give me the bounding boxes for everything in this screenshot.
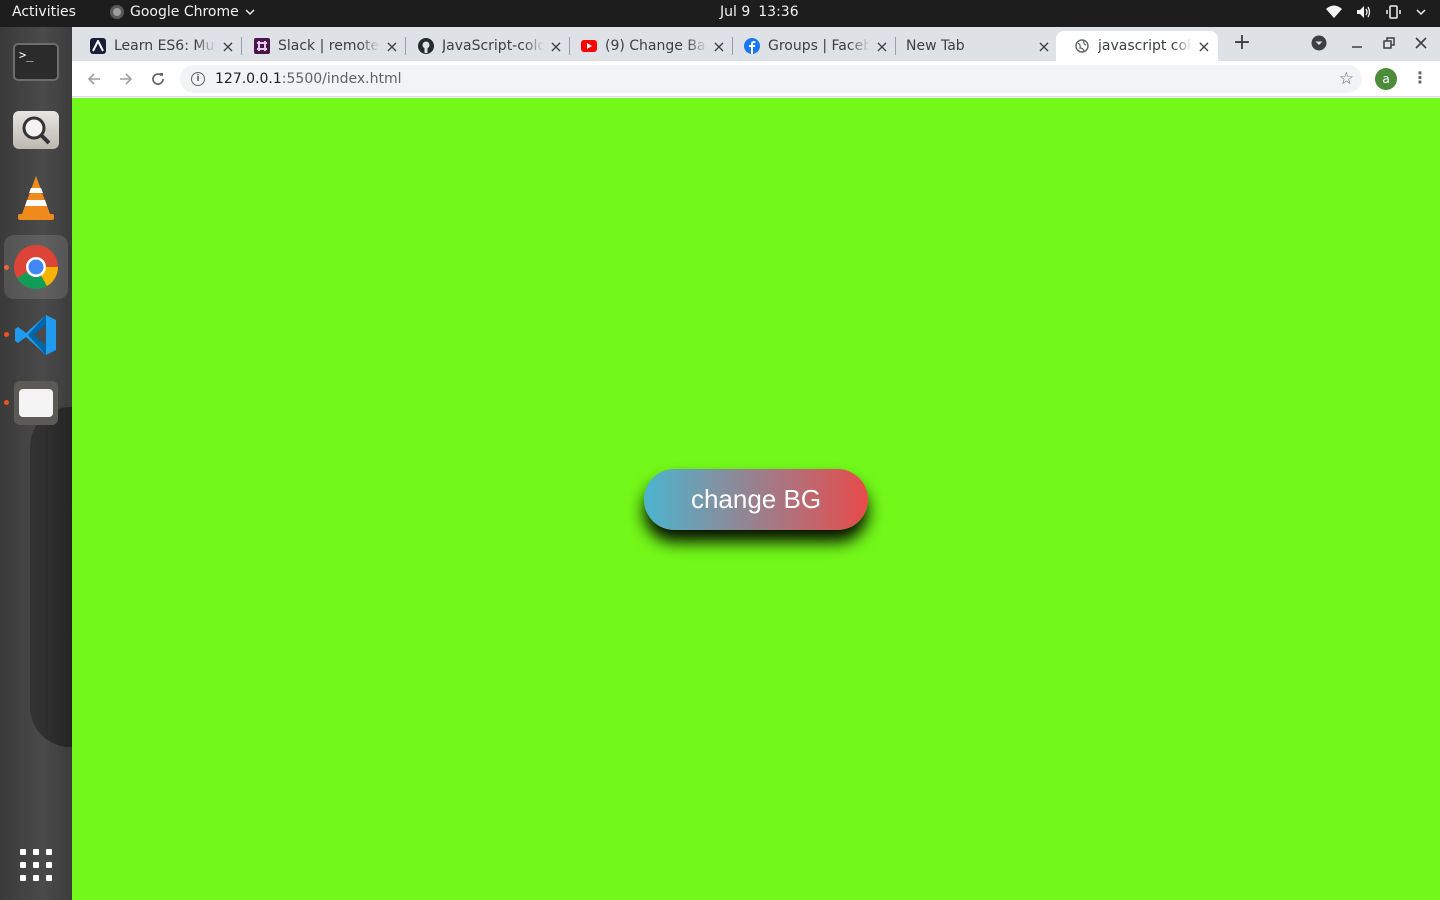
tab-github[interactable]: JavaScript-color × bbox=[400, 31, 570, 61]
close-icon bbox=[1415, 37, 1427, 49]
dock-magnifier[interactable] bbox=[4, 98, 68, 162]
app-menu-label: Google Chrome bbox=[130, 4, 239, 20]
close-icon[interactable]: × bbox=[1196, 37, 1212, 56]
youtube-icon bbox=[581, 38, 597, 54]
tab-facebook[interactable]: Groups | Facebook × bbox=[726, 31, 896, 61]
restore-icon bbox=[1383, 37, 1395, 49]
dock-files[interactable] bbox=[4, 371, 68, 435]
tab-new-tab[interactable]: New Tab × bbox=[888, 31, 1058, 61]
forward-button[interactable] bbox=[116, 69, 136, 89]
close-icon[interactable]: × bbox=[1036, 37, 1052, 56]
files-icon bbox=[14, 381, 58, 425]
arrow-right-icon bbox=[120, 73, 133, 85]
date-label: Jul 9 bbox=[720, 4, 751, 20]
volume-icon bbox=[1356, 5, 1372, 19]
dock-vlc[interactable] bbox=[4, 166, 68, 230]
activities-button[interactable]: Activities bbox=[12, 4, 76, 20]
close-icon[interactable]: × bbox=[711, 37, 727, 56]
site-info-icon[interactable]: i bbox=[191, 72, 205, 86]
wallpaper-shadow bbox=[30, 407, 72, 747]
tab-search-button[interactable] bbox=[1311, 35, 1327, 55]
tab-label: (9) Change Back bbox=[605, 38, 707, 54]
url-host: 127.0.0.1 bbox=[215, 71, 282, 87]
system-top-bar: Activities Google Chrome Jul 9 13:36 bbox=[0, 0, 1440, 27]
magnifier-icon bbox=[13, 111, 59, 149]
profile-avatar[interactable]: a bbox=[1375, 68, 1397, 90]
tab-label: JavaScript-color bbox=[442, 38, 544, 54]
slack-icon bbox=[254, 38, 270, 54]
page-viewport: change BG bbox=[72, 98, 1440, 900]
back-button[interactable] bbox=[84, 69, 104, 89]
close-icon[interactable]: × bbox=[384, 37, 400, 56]
address-bar[interactable]: i 127.0.0.1:5500/index.html ☆ bbox=[180, 65, 1362, 93]
arrow-left-icon bbox=[87, 73, 100, 85]
menu-kebab-icon[interactable]: ⋮ bbox=[1412, 68, 1428, 87]
chevron-down-circle-icon bbox=[1311, 35, 1327, 51]
close-icon[interactable]: × bbox=[220, 37, 236, 56]
new-tab-button[interactable]: + bbox=[1230, 32, 1254, 56]
facebook-icon bbox=[744, 38, 760, 54]
app-menu[interactable]: Google Chrome bbox=[110, 4, 255, 20]
chevron-down-icon bbox=[1416, 8, 1426, 16]
system-tray[interactable] bbox=[1326, 5, 1426, 19]
vlc-icon bbox=[18, 176, 54, 220]
terminal-icon: >_ bbox=[13, 43, 59, 81]
dock: >_ bbox=[0, 27, 72, 900]
dock-chrome[interactable] bbox=[4, 235, 68, 299]
power-icon bbox=[1386, 5, 1402, 19]
browser-window: Learn ES6: Mutate × Slack | remote × Jav… bbox=[72, 27, 1440, 900]
show-applications-button[interactable] bbox=[4, 833, 68, 897]
reload-button[interactable] bbox=[148, 69, 168, 89]
tab-learn-es6[interactable]: Learn ES6: Mutate × bbox=[72, 31, 242, 61]
globe-icon bbox=[1074, 38, 1090, 54]
tab-javascript-color[interactable]: javascript color × bbox=[1056, 31, 1218, 61]
tab-label: Learn ES6: Mutate bbox=[114, 38, 216, 54]
dock-vscode[interactable] bbox=[4, 303, 68, 367]
tab-strip: Learn ES6: Mutate × Slack | remote × Jav… bbox=[72, 27, 1440, 61]
tab-label: javascript color bbox=[1098, 38, 1192, 54]
minimize-button[interactable] bbox=[1351, 35, 1363, 55]
browser-toolbar: i 127.0.0.1:5500/index.html ☆ a ⋮ bbox=[72, 61, 1440, 97]
minimize-icon bbox=[1352, 46, 1362, 48]
tab-label: New Tab bbox=[906, 38, 965, 54]
close-icon[interactable]: × bbox=[548, 37, 564, 56]
tab-youtube[interactable]: (9) Change Back × bbox=[563, 31, 733, 61]
app-grid-icon bbox=[20, 849, 52, 881]
tab-label: Slack | remote bbox=[278, 38, 380, 54]
maximize-button[interactable] bbox=[1383, 35, 1395, 55]
tab-label: Groups | Facebook bbox=[768, 38, 870, 54]
time-label: 13:36 bbox=[758, 4, 799, 20]
bookmark-star-icon[interactable]: ☆ bbox=[1339, 69, 1354, 89]
chevron-down-icon bbox=[245, 4, 255, 20]
url-path: :5500/index.html bbox=[281, 71, 402, 87]
wifi-icon bbox=[1326, 5, 1342, 19]
scrimba-icon bbox=[90, 38, 106, 54]
clock[interactable]: Jul 9 13:36 bbox=[720, 4, 799, 20]
github-icon bbox=[418, 38, 434, 54]
tab-slack[interactable]: Slack | remote × bbox=[236, 31, 406, 61]
dock-terminal[interactable]: >_ bbox=[4, 30, 68, 94]
chrome-icon bbox=[14, 245, 58, 289]
reload-icon bbox=[152, 73, 164, 85]
chrome-app-icon bbox=[110, 5, 124, 19]
window-close-button[interactable] bbox=[1415, 35, 1427, 55]
change-bg-button[interactable]: change BG bbox=[644, 469, 868, 530]
vscode-icon bbox=[15, 315, 56, 355]
